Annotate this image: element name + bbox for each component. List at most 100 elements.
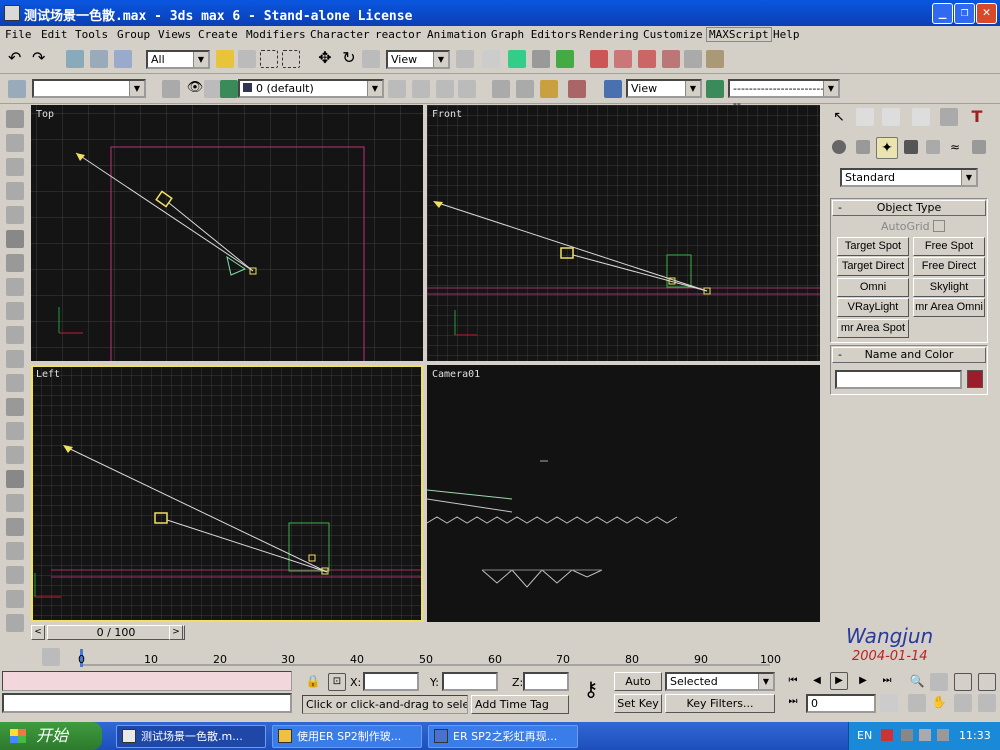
material-editor-icon[interactable]	[590, 50, 608, 68]
key-filters-button[interactable]: Key Filters...	[665, 694, 775, 713]
zoom-icon[interactable]: 🔍	[908, 673, 926, 691]
time-slider-track[interactable]: < 0 / 100 >	[31, 624, 423, 641]
mr-area-spot-button[interactable]: mr Area Spot	[837, 319, 909, 338]
mr-area-omni-button[interactable]: mr Area Omni	[913, 298, 985, 317]
material-icon[interactable]	[568, 80, 586, 98]
app-icon[interactable]	[4, 5, 20, 21]
space-warp-icon[interactable]	[6, 422, 24, 440]
sphere-icon[interactable]	[6, 158, 24, 176]
go-to-end-icon[interactable]: ⏭	[878, 673, 896, 691]
pan-hand-icon[interactable]: ✋	[930, 694, 948, 712]
select-link-icon[interactable]	[66, 50, 84, 68]
render-last-icon[interactable]	[684, 50, 702, 68]
maximize-viewport-icon[interactable]	[978, 694, 996, 712]
absolute-mode-icon[interactable]: ⊡	[328, 673, 346, 691]
cylinder-icon[interactable]	[6, 134, 24, 152]
plane-icon[interactable]	[6, 326, 24, 344]
helpers-category-icon[interactable]	[926, 140, 940, 154]
selection-filter-dropdown[interactable]: All ▼	[146, 50, 210, 69]
spacing-icon[interactable]	[556, 50, 574, 68]
key-mode-dropdown[interactable]: Selected ▼	[665, 672, 775, 691]
quick-render-icon[interactable]	[638, 50, 656, 68]
menu-customize[interactable]: Customize	[643, 28, 703, 41]
curve-editor-icon[interactable]	[540, 80, 558, 98]
menu-group[interactable]: Group	[117, 28, 150, 41]
tube-icon[interactable]	[6, 230, 24, 248]
arc-rotate-icon[interactable]	[954, 694, 972, 712]
teapot-render-icon[interactable]	[706, 50, 724, 68]
target-direct-button[interactable]: Target Direct	[837, 257, 909, 276]
object-color-swatch[interactable]	[967, 370, 983, 388]
tray-icon-1[interactable]	[901, 729, 913, 741]
modify-tab-icon[interactable]	[856, 108, 874, 126]
quick-render-teapot-icon[interactable]	[706, 80, 724, 98]
selection-lock-icon[interactable]: 🔒	[304, 673, 322, 691]
render-scene-icon[interactable]	[614, 50, 632, 68]
systems-icon[interactable]	[6, 446, 24, 464]
cone-icon[interactable]	[6, 182, 24, 200]
teapot-icon[interactable]	[220, 80, 238, 98]
menu-graph-editors[interactable]: Graph Editors	[491, 28, 577, 41]
zoom-extents-all-icon[interactable]	[978, 673, 996, 691]
layer-set-current-icon[interactable]	[458, 80, 476, 98]
menu-tools[interactable]: Tools	[75, 28, 108, 41]
geosphere-icon[interactable]	[6, 206, 24, 224]
systems-category-icon[interactable]	[972, 140, 986, 154]
geometry-category-icon[interactable]	[832, 140, 846, 154]
hierarchy-tab-icon[interactable]	[882, 108, 900, 126]
box-icon[interactable]	[6, 110, 24, 128]
viewport-front[interactable]: Front	[427, 105, 820, 361]
menu-rendering[interactable]: Rendering	[579, 28, 639, 41]
manipulate-icon[interactable]	[482, 50, 500, 68]
vraylight-button[interactable]: VRayLight	[837, 298, 909, 317]
pivot-center-icon[interactable]	[456, 50, 474, 68]
menu-reactor[interactable]: reactor	[375, 28, 421, 41]
language-indicator[interactable]: EN	[857, 729, 872, 742]
task-doc2[interactable]: ER SP2之彩虹再现...	[428, 725, 578, 748]
menu-maxscript[interactable]: MAXScript	[706, 27, 772, 42]
auto-key-button[interactable]: Auto Key	[614, 672, 662, 705]
object-category-dropdown[interactable]: Standard ▼	[840, 168, 978, 187]
viewport-left[interactable]: Left	[31, 365, 423, 622]
select-icon[interactable]	[8, 80, 26, 98]
autogrid-checkbox[interactable]	[933, 220, 945, 232]
current-frame-field[interactable]: 0	[806, 694, 876, 713]
create-tab-icon[interactable]: ↖	[830, 108, 848, 126]
minimize-button[interactable]: _	[932, 3, 953, 24]
viewport-label-left[interactable]: Left	[36, 369, 60, 380]
teapot-prim-icon[interactable]	[6, 302, 24, 320]
pyramid-icon[interactable]	[6, 278, 24, 296]
name-color-header[interactable]: - Name and Color	[832, 347, 986, 363]
key-mode-toggle-icon[interactable]: ⏭	[784, 694, 802, 712]
track-view-icon[interactable]	[492, 80, 510, 98]
menu-animation[interactable]: Animation	[427, 28, 487, 41]
bind-space-warp-icon[interactable]	[114, 50, 132, 68]
display-tab-icon[interactable]	[940, 108, 958, 126]
viewport-label-front[interactable]: Front	[432, 109, 462, 120]
select-object-icon[interactable]	[216, 50, 234, 68]
camera-icon[interactable]	[6, 374, 24, 392]
track-bar[interactable]: 0 10 20 30 40 50 60 70 80 90 100	[0, 645, 826, 670]
shapes-category-icon[interactable]	[856, 140, 870, 154]
motion-tab-icon[interactable]	[912, 108, 930, 126]
menu-edit[interactable]: Edit	[41, 28, 68, 41]
named-selection-dropdown[interactable]: ▼	[32, 79, 146, 98]
ffd-icon[interactable]	[6, 590, 24, 608]
ref-coord-dropdown[interactable]: View ▼	[386, 50, 450, 69]
object-type-header[interactable]: - Object Type	[832, 200, 986, 216]
render-frame-icon[interactable]	[604, 80, 622, 98]
task-3dsmax[interactable]: 测试场景一色散.m...	[116, 725, 266, 748]
field-of-view-icon[interactable]	[908, 694, 926, 712]
cameras-category-icon[interactable]	[904, 140, 918, 154]
time-prev-arrow[interactable]: <	[31, 625, 45, 640]
layers-icon[interactable]	[162, 80, 180, 98]
redo-icon[interactable]: ↷	[32, 50, 50, 68]
free-direct-button[interactable]: Free Direct	[913, 257, 985, 276]
time-slider-thumb[interactable]: 0 / 100	[47, 625, 185, 640]
time-config-icon[interactable]	[880, 694, 898, 712]
menu-create[interactable]: Create	[198, 28, 238, 41]
torus-icon[interactable]	[6, 254, 24, 272]
viewport-top[interactable]: Top	[31, 105, 423, 361]
align-icon[interactable]	[532, 50, 550, 68]
go-to-start-icon[interactable]: ⏮	[784, 673, 802, 691]
